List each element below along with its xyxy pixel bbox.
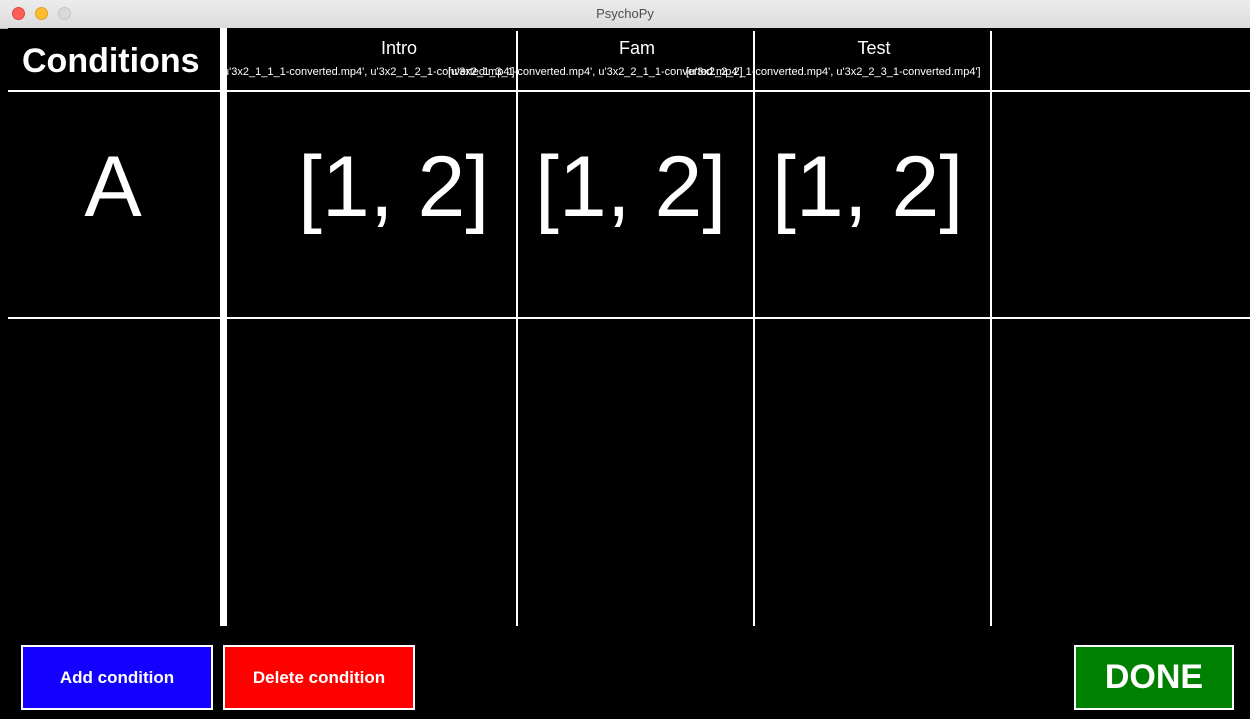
window-titlebar: PsychoPy [0, 0, 1250, 29]
conditions-canvas: Conditions Intro Fam Test [u'3x2_1_1_1-c… [8, 28, 1250, 719]
condition-cell-fam[interactable]: [1, 2] [535, 138, 726, 237]
add-condition-button[interactable]: Add condition [21, 645, 213, 710]
condition-cell-test[interactable]: [1, 2] [772, 138, 963, 237]
file-list-test: [u'3x2_2_2_1-converted.mp4', u'3x2_2_3_1… [686, 66, 981, 78]
column-header-fam[interactable]: Fam [567, 38, 707, 59]
conditions-heading: Conditions [22, 42, 200, 80]
grid-divider-col-2 [753, 31, 755, 626]
column-header-test[interactable]: Test [804, 38, 944, 59]
delete-condition-button[interactable]: Delete condition [223, 645, 415, 710]
grid-divider-conditions [220, 28, 227, 626]
psychopy-window: PsychoPy Conditions Intro Fam Test [u'3x… [0, 0, 1250, 719]
condition-cell-intro[interactable]: [1, 2] [298, 138, 489, 237]
column-header-intro[interactable]: Intro [329, 38, 469, 59]
done-button[interactable]: DONE [1074, 645, 1234, 710]
window-title: PsychoPy [596, 6, 654, 21]
condition-name[interactable]: A [38, 138, 188, 237]
grid-row-divider [8, 317, 1250, 319]
grid-header-divider [8, 90, 1250, 92]
grid-divider-col-3 [990, 31, 992, 626]
grid-divider-col-1 [516, 31, 518, 626]
